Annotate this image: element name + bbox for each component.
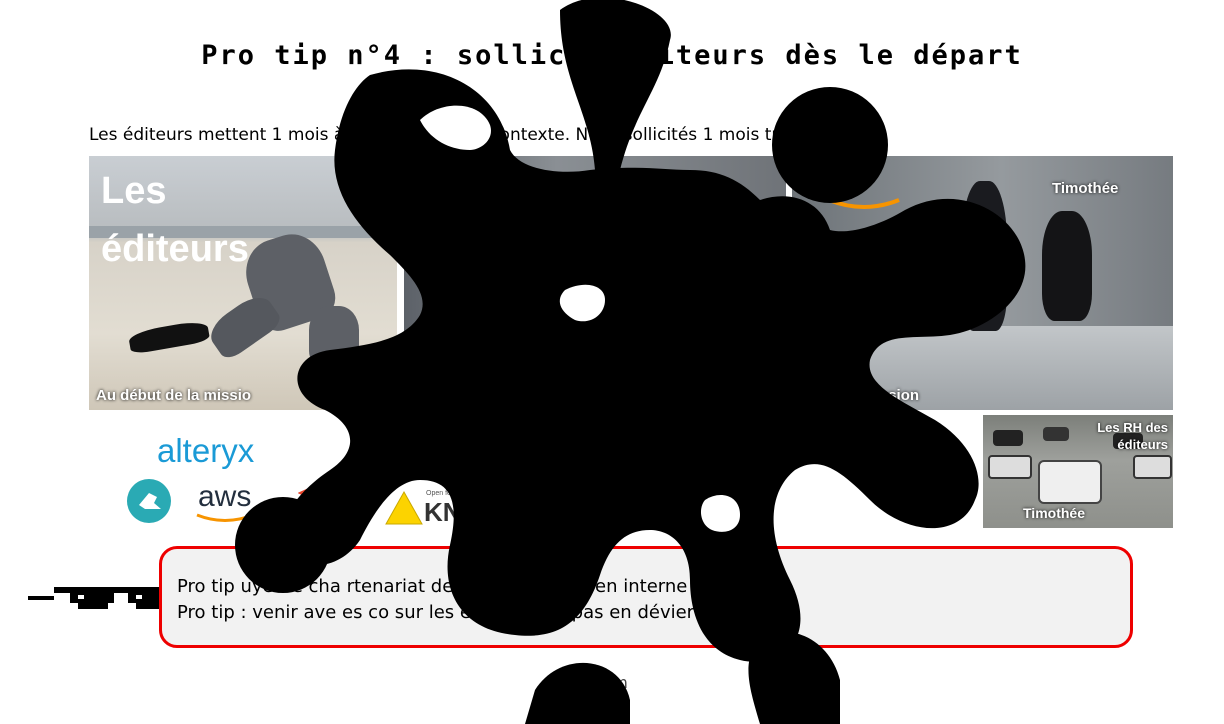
knime-logo: KN — [424, 497, 462, 527]
aws-smile-icon — [828, 198, 900, 209]
photo-running-man — [404, 156, 786, 410]
aws-logo-fragment: s — [832, 166, 848, 197]
datarobot-logo: DataRobot — [434, 462, 500, 477]
alteryx-logo: alteryx — [157, 432, 255, 469]
pixel-sunglasses-icon — [28, 587, 172, 609]
photo-right-name: Timothée — [1052, 180, 1119, 197]
databricks-logo: databricks — [270, 506, 339, 523]
page-number: 59 — [606, 706, 618, 715]
pro-tip-2: Pro tip : venir ave es co sur les édi nt… — [177, 602, 695, 623]
knime-triangle-icon — [385, 490, 423, 525]
photo-left-caption: Au début de la missio — [96, 387, 252, 404]
datarobot-logo-b: Robot — [462, 462, 500, 477]
photo-police-chase: Les RH des éditeurs Timothée — [983, 415, 1173, 528]
photo-small-bottom-label: Timothée — [1023, 505, 1085, 521]
photo-left-big-1: Les — [101, 170, 167, 212]
side-text: ntion au chage ! — [870, 448, 961, 510]
slide-subtitle: Les éditeurs mettent 1 mois à ré s’im rg… — [89, 125, 845, 145]
side-text-line2: chage ! — [870, 482, 953, 507]
photo-head-in-sand: Les éditeurs Au début de la missio — [89, 156, 397, 410]
databricks-stack-icon — [298, 486, 324, 504]
photo-left-big-2: éditeurs — [101, 228, 249, 270]
datarobot-bot-icon — [452, 449, 466, 458]
pro-tip-1: Pro tip uyer le cha rtenariat des relais… — [177, 576, 688, 597]
pro-tip-callout: Pro tip uyer le cha rtenariat des relais… — [159, 546, 1133, 648]
aws-logo: aws — [198, 480, 252, 513]
side-text-line1: ntion au — [870, 451, 961, 476]
bird-logo-icon — [127, 479, 171, 523]
datarobot-logo-a: Data — [434, 462, 463, 477]
knime-tagline: Open for Inno — [426, 490, 469, 497]
photo-small-top-label: Les RH des éditeurs — [1097, 420, 1168, 452]
photo-right-caption: Après la mission — [799, 387, 920, 404]
aws-smile-icon — [196, 513, 254, 522]
slide-title: Pro tip n°4 : sollicit éditeurs dès le d… — [201, 40, 1023, 71]
photo-after-mission: s Timothée Après la mission — [792, 156, 1173, 410]
footer-text: atm — [596, 673, 628, 692]
